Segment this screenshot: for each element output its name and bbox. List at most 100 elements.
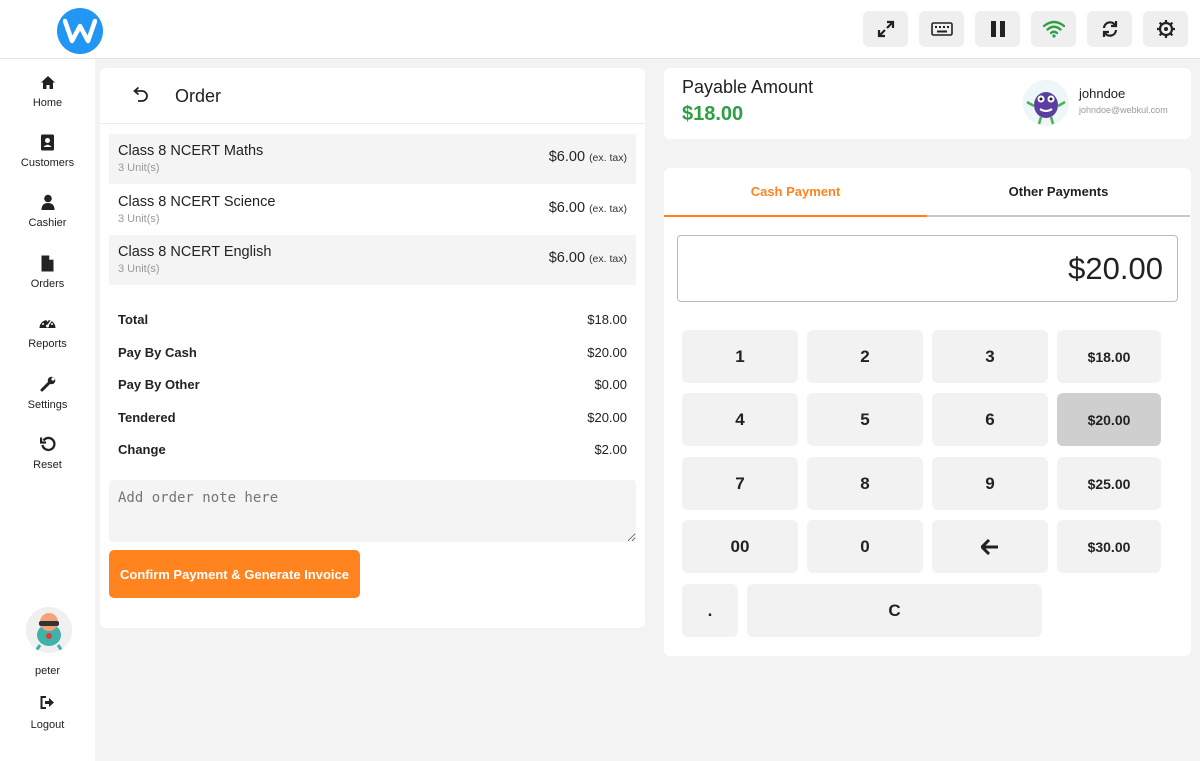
keypad-key-6[interactable]: 6 [932, 393, 1048, 446]
item-name: Class 8 NCERT Maths [118, 143, 264, 159]
keypad-key-5[interactable]: 5 [807, 393, 923, 446]
list-item[interactable]: Class 8 NCERT English 3 Unit(s) $6.00 (e… [109, 235, 636, 285]
quick-amount-button-selected[interactable]: $20.00 [1057, 393, 1161, 446]
tax-note: (ex. tax) [589, 152, 627, 164]
keypad-key-3[interactable]: 3 [932, 330, 1048, 383]
item-name: Class 8 NCERT English [118, 244, 272, 260]
customer-avatar-image [1023, 80, 1069, 126]
top-bar [0, 0, 1200, 59]
keypad-key-0[interactable]: 0 [807, 520, 923, 573]
confirm-payment-button[interactable]: Confirm Payment & Generate Invoice [109, 550, 360, 598]
keypad-key-9[interactable]: 9 [932, 457, 1048, 510]
sidebar-item-reports[interactable]: Reports [0, 312, 95, 362]
item-name: Class 8 NCERT Science [118, 194, 276, 210]
sidebar-item-settings[interactable]: Settings [0, 373, 95, 423]
network-status-button[interactable] [1031, 11, 1076, 47]
sidebar: Home Customers Cashier Orders Reports Se… [0, 59, 95, 761]
reset-icon [39, 436, 56, 452]
quick-amount-button[interactable]: $18.00 [1057, 330, 1161, 383]
keypad-key-8[interactable]: 8 [807, 457, 923, 510]
sidebar-item-cashier[interactable]: Cashier [0, 191, 95, 241]
tab-cash-payment[interactable]: Cash Payment [664, 168, 927, 217]
list-item[interactable]: Class 8 NCERT Maths 3 Unit(s) $6.00 (ex.… [109, 134, 636, 184]
logout-button[interactable]: Logout [0, 696, 95, 731]
summary-row-tendered: Tendered $20.00 [118, 410, 627, 425]
keypad-key-4[interactable]: 4 [682, 393, 798, 446]
backspace-button[interactable] [932, 520, 1048, 573]
payable-label: Payable Amount [682, 77, 814, 97]
expand-icon [877, 20, 894, 38]
order-note-input[interactable] [109, 480, 636, 542]
pause-button[interactable] [975, 11, 1020, 47]
contacts-icon [41, 134, 54, 150]
item-units: 3 Unit(s) [118, 263, 160, 275]
list-item[interactable]: Class 8 NCERT Science 3 Unit(s) $6.00 (e… [109, 185, 636, 235]
home-icon [40, 75, 55, 89]
summary-row-pay-by-other: Pay By Other $0.00 [118, 377, 627, 392]
file-icon [41, 255, 54, 271]
summary-row-change: Change $2.00 [118, 442, 627, 457]
order-header: Order [100, 68, 645, 124]
item-price: $6.00 (ex. tax) [548, 149, 627, 165]
tab-other-payments[interactable]: Other Payments [927, 168, 1190, 217]
pause-icon [990, 21, 1005, 37]
order-panel: Order Class 8 NCERT Maths 3 Unit(s) $6.0… [100, 68, 645, 628]
quick-amount-button[interactable]: $25.00 [1057, 457, 1161, 510]
keypad-key-clear[interactable]: C [747, 584, 1042, 637]
sync-icon [1102, 21, 1117, 37]
keypad-key-7[interactable]: 7 [682, 457, 798, 510]
sidebar-item-label: Settings [27, 399, 68, 411]
app-logo[interactable] [57, 8, 103, 54]
item-price: $6.00 (ex. tax) [548, 200, 627, 216]
sidebar-item-label: Reports [28, 338, 67, 350]
item-price: $6.00 (ex. tax) [548, 250, 627, 266]
sidebar-item-label: Customers [20, 157, 75, 169]
summary-row-pay-by-cash: Pay By Cash $20.00 [118, 345, 627, 360]
keypad-key-2[interactable]: 2 [807, 330, 923, 383]
summary-row-total: Total $18.00 [118, 312, 627, 327]
logout-label: Logout [30, 719, 65, 731]
sidebar-item-orders[interactable]: Orders [0, 252, 95, 302]
sidebar-item-label: Reset [33, 459, 62, 471]
sidebar-item-label: Orders [30, 278, 65, 290]
sidebar-item-home[interactable]: Home [0, 71, 95, 121]
customer-avatar[interactable] [1023, 80, 1069, 126]
sync-button[interactable] [1087, 11, 1132, 47]
gear-icon [1156, 20, 1175, 38]
logout-icon [40, 696, 54, 709]
payment-panel: Cash Payment Other Payments $20.00 1 2 3… [664, 168, 1191, 656]
tax-note: (ex. tax) [589, 203, 627, 215]
tax-note: (ex. tax) [589, 253, 627, 265]
wifi-icon [1042, 20, 1065, 38]
keypad-key-1[interactable]: 1 [682, 330, 798, 383]
logo-icon [63, 18, 97, 44]
undo-back-icon[interactable] [130, 86, 150, 106]
settings-button[interactable] [1143, 11, 1188, 47]
payable-panel: Payable Amount $18.00 johndoe johndoe@we… [664, 68, 1191, 139]
payable-amount: $18.00 [682, 103, 744, 125]
fullscreen-button[interactable] [863, 11, 908, 47]
keypad-key-decimal[interactable]: . [682, 584, 738, 637]
sidebar-item-label: Home [32, 97, 63, 109]
customer-name: johndoe [1079, 86, 1126, 101]
user-name: peter [34, 665, 61, 677]
sidebar-item-label: Cashier [28, 217, 67, 229]
sidebar-item-reset[interactable]: Reset [0, 433, 95, 483]
quick-amount-button[interactable]: $30.00 [1057, 520, 1161, 573]
item-units: 3 Unit(s) [118, 162, 160, 174]
keyboard-icon [930, 22, 953, 36]
tendered-amount-value: $20.00 [1068, 251, 1163, 286]
dashboard-icon [39, 319, 56, 328]
customer-email: johndoe@webkul.com [1079, 105, 1168, 115]
sidebar-item-customers[interactable]: Customers [0, 131, 95, 181]
wrench-icon [40, 376, 55, 392]
tendered-amount-display[interactable]: $20.00 [677, 235, 1178, 302]
user-icon [41, 194, 54, 210]
keypad-key-00[interactable]: 00 [682, 520, 798, 573]
arrow-left-icon [981, 538, 998, 555]
page-title: Order [175, 86, 222, 106]
item-units: 3 Unit(s) [118, 213, 160, 225]
avatar[interactable] [26, 607, 72, 653]
user-avatar-image [26, 607, 72, 653]
keyboard-button[interactable] [919, 11, 964, 47]
